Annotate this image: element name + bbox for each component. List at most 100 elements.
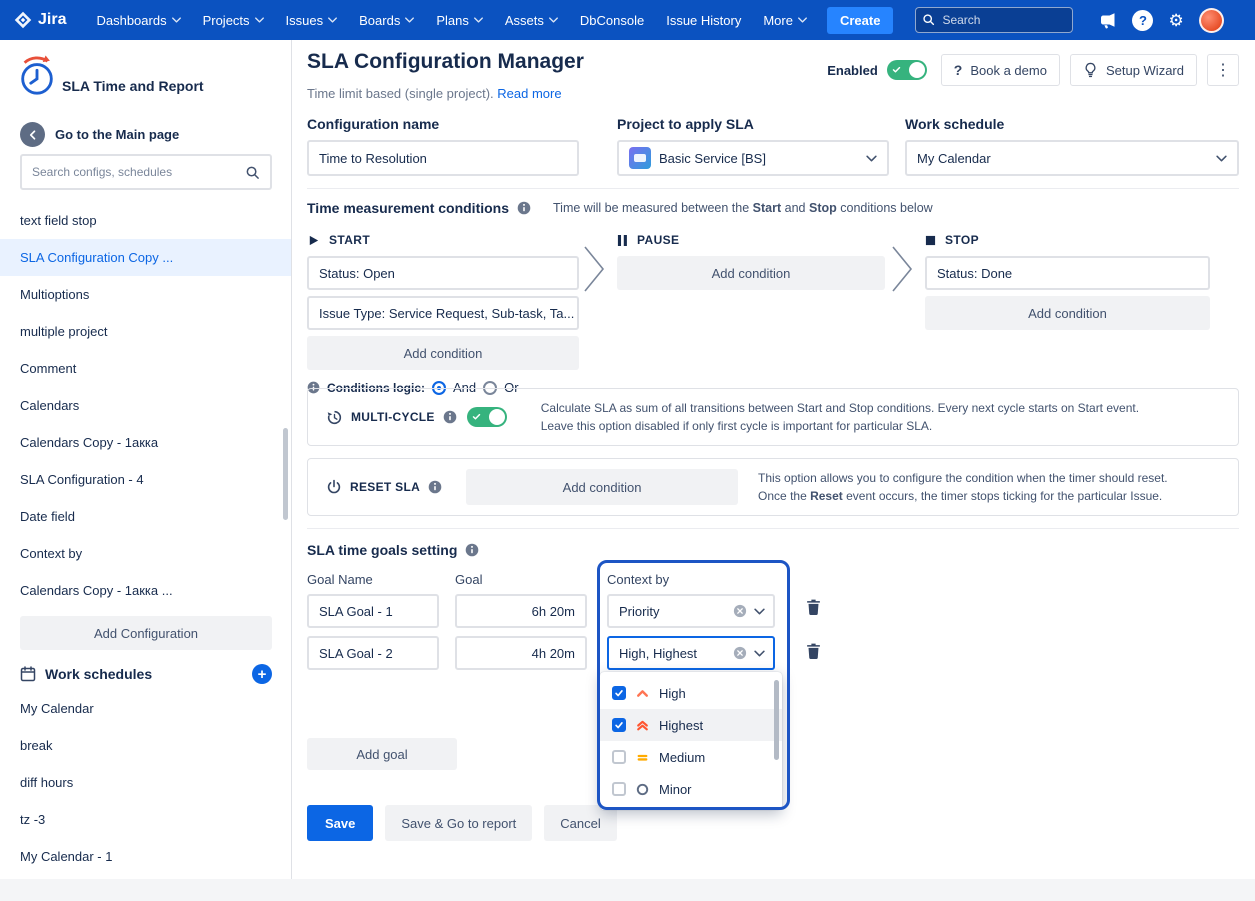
project-label: Project to apply SLA <box>617 116 889 132</box>
stop-condition-chip[interactable]: Status: Done <box>925 256 1210 290</box>
schedule-list: My Calendar break diff hours tz -3 My Ca… <box>0 690 291 875</box>
info-icon[interactable] <box>428 480 442 494</box>
schedule-select[interactable]: My Calendar <box>905 140 1239 176</box>
reset-add-condition-button[interactable]: Add condition <box>466 469 738 505</box>
config-item[interactable]: Calendars Copy - 1акка ... <box>0 572 291 609</box>
info-icon[interactable] <box>443 410 457 424</box>
add-configuration-button[interactable]: Add Configuration <box>20 616 272 650</box>
multicycle-toggle[interactable] <box>467 407 507 427</box>
back-arrow-icon <box>20 122 45 147</box>
project-select[interactable]: Basic Service [BS] <box>617 140 889 176</box>
config-item[interactable]: Calendars <box>0 387 291 424</box>
chevron-down-icon <box>405 17 414 23</box>
enabled-toggle[interactable] <box>887 60 927 80</box>
stop-add-condition-button[interactable]: Add condition <box>925 296 1210 330</box>
read-more-link[interactable]: Read more <box>497 86 561 101</box>
jira-logo[interactable]: Jira <box>14 11 66 29</box>
schedule-item[interactable]: tz -3 <box>0 801 291 838</box>
delete-goal-button[interactable] <box>803 596 824 621</box>
dropdown-option[interactable]: High <box>600 677 782 709</box>
checkbox-checked[interactable] <box>612 718 626 732</box>
config-item-selected[interactable]: SLA Configuration Copy ... <box>0 239 291 276</box>
checkbox-unchecked[interactable] <box>612 782 626 796</box>
stop-conditions-column: STOP Status: Done Add condition <box>925 230 1210 330</box>
config-item[interactable]: Context by <box>0 535 291 572</box>
context-field-select[interactable]: Priority <box>607 594 775 628</box>
info-icon[interactable] <box>517 201 531 215</box>
schedule-item[interactable]: My Calendar - 1 <box>0 838 291 875</box>
goal-value-input[interactable] <box>455 594 587 628</box>
config-list: text field stop SLA Configuration Copy .… <box>0 202 291 609</box>
config-item[interactable]: Calendars Copy - 1акка <box>0 424 291 461</box>
config-item[interactable]: Date field <box>0 498 291 535</box>
setup-wizard-button[interactable]: Setup Wizard <box>1070 54 1197 86</box>
check-icon <box>614 688 624 698</box>
config-name-field: Configuration name <box>307 116 579 176</box>
checkbox-unchecked[interactable] <box>612 750 626 764</box>
start-condition-chip[interactable]: Status: Open <box>307 256 579 290</box>
more-options-button[interactable]: ⋮ <box>1207 54 1239 86</box>
config-item[interactable]: Comment <box>0 350 291 387</box>
checkbox-checked[interactable] <box>612 686 626 700</box>
clear-icon[interactable] <box>733 604 747 618</box>
nav-item-plans[interactable]: Plans <box>436 13 483 28</box>
save-button[interactable]: Save <box>307 805 373 841</box>
config-item[interactable]: multiple project <box>0 313 291 350</box>
pause-add-condition-button[interactable]: Add condition <box>617 256 885 290</box>
nav-item-dashboards[interactable]: Dashboards <box>96 13 180 28</box>
reset-description: This option allows you to configure the … <box>758 469 1168 505</box>
user-avatar[interactable] <box>1199 8 1224 33</box>
nav-item-assets[interactable]: Assets <box>505 13 558 28</box>
sla-clock-icon <box>16 54 58 98</box>
nav-item-projects[interactable]: Projects <box>203 13 264 28</box>
nav-item-issues[interactable]: Issues <box>286 13 338 28</box>
clear-icon[interactable] <box>733 646 747 660</box>
save-go-report-button[interactable]: Save & Go to report <box>385 805 532 841</box>
dropdown-option[interactable]: Highest <box>600 709 782 741</box>
help-icon[interactable]: ? <box>1132 10 1153 31</box>
delete-goal-button[interactable] <box>803 640 824 665</box>
jira-logo-icon <box>14 11 32 29</box>
form-actions: Save Save & Go to report Cancel <box>307 805 617 841</box>
schedule-item[interactable]: break <box>0 727 291 764</box>
back-to-main-link[interactable]: Go to the Main page <box>20 122 179 147</box>
goal-name-input[interactable] <box>307 636 439 670</box>
pause-conditions-column: PAUSE Add condition <box>617 230 885 290</box>
config-item[interactable]: SLA Configuration - 4 <box>0 461 291 498</box>
page-subtitle: Time limit based (single project). Read … <box>307 86 562 101</box>
config-item[interactable]: Multioptions <box>0 276 291 313</box>
config-name-input[interactable] <box>307 140 579 176</box>
schedule-label: Work schedule <box>905 116 1239 132</box>
sidebar-scrollbar[interactable] <box>283 428 288 520</box>
add-schedule-button[interactable]: + <box>252 664 272 684</box>
announcement-icon[interactable] <box>1099 11 1117 29</box>
config-item[interactable]: text field stop <box>0 202 291 239</box>
priority-highest-icon <box>635 718 650 733</box>
schedule-item[interactable]: diff hours <box>0 764 291 801</box>
sidebar-search-input[interactable] <box>32 165 245 179</box>
nav-item-dbconsole[interactable]: DbConsole <box>580 13 644 28</box>
nav-item-boards[interactable]: Boards <box>359 13 414 28</box>
book-demo-button[interactable]: ? Book a demo <box>941 54 1060 86</box>
multicycle-icon <box>326 409 343 426</box>
chevron-down-icon <box>549 17 558 23</box>
start-condition-chip[interactable]: Issue Type: Service Request, Sub-task, T… <box>307 296 579 330</box>
nav-item-issue-history[interactable]: Issue History <box>666 13 741 28</box>
nav-icon-group: ? ⚙ <box>1099 8 1223 33</box>
dropdown-option[interactable]: Medium <box>600 741 782 773</box>
dropdown-scrollbar[interactable] <box>774 680 779 760</box>
nav-item-more[interactable]: More <box>763 13 807 28</box>
gear-icon[interactable]: ⚙ <box>1168 12 1183 29</box>
add-goal-button[interactable]: Add goal <box>307 738 457 770</box>
start-add-condition-button[interactable]: Add condition <box>307 336 579 370</box>
context-values-select[interactable]: High, Highest <box>607 636 775 670</box>
goal-name-input[interactable] <box>307 594 439 628</box>
info-icon[interactable] <box>465 543 479 557</box>
cancel-button[interactable]: Cancel <box>544 805 616 841</box>
goals-title: SLA time goals setting <box>307 542 457 558</box>
goal-value-input[interactable] <box>455 636 587 670</box>
schedule-item[interactable]: My Calendar <box>0 690 291 727</box>
create-button[interactable]: Create <box>827 7 893 34</box>
nav-search-input[interactable] <box>915 7 1073 33</box>
dropdown-option[interactable]: Minor <box>600 773 782 805</box>
